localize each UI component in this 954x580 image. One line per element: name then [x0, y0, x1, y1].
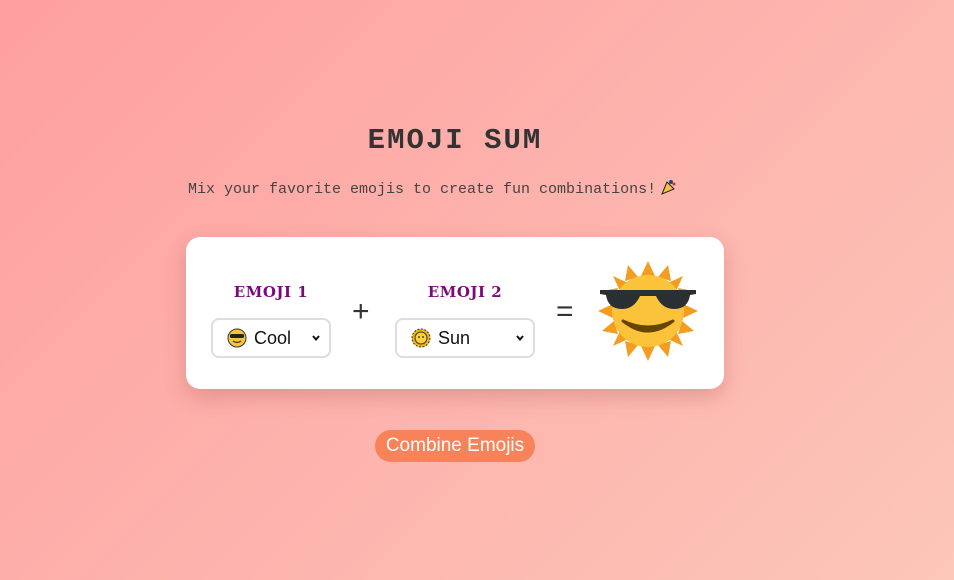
emoji1-select[interactable]: Cool [211, 318, 331, 358]
page-subtitle: Mix your favorite emojis to create fun c… [188, 178, 678, 198]
smiling-face-with-sunglasses-icon [227, 328, 247, 348]
plus-sign: + [352, 295, 370, 328]
chevron-down-icon [516, 335, 524, 342]
emoji2-value: Sun [438, 327, 471, 348]
chevron-down-icon [312, 335, 320, 342]
page-title: EMOJI SUM [367, 124, 543, 157]
emoji1-value: Cool [254, 327, 292, 348]
emoji2-label: EMOJI 2 [427, 283, 503, 301]
sun-with-face-icon [411, 328, 431, 348]
emoji2-select[interactable]: Sun [395, 318, 535, 358]
party-popper-icon [661, 180, 676, 195]
sun-with-sunglasses-icon [598, 261, 698, 361]
equals-sign: = [556, 295, 574, 328]
emoji1-label: EMOJI 1 [233, 283, 309, 301]
emoji-mixer-card: EMOJI 1 Cool + EMOJI 2 Sun = [186, 237, 724, 389]
combine-emojis-button[interactable]: Combine Emojis [375, 430, 535, 462]
subtitle-text: Mix your favorite emojis to create fun c… [188, 181, 657, 198]
